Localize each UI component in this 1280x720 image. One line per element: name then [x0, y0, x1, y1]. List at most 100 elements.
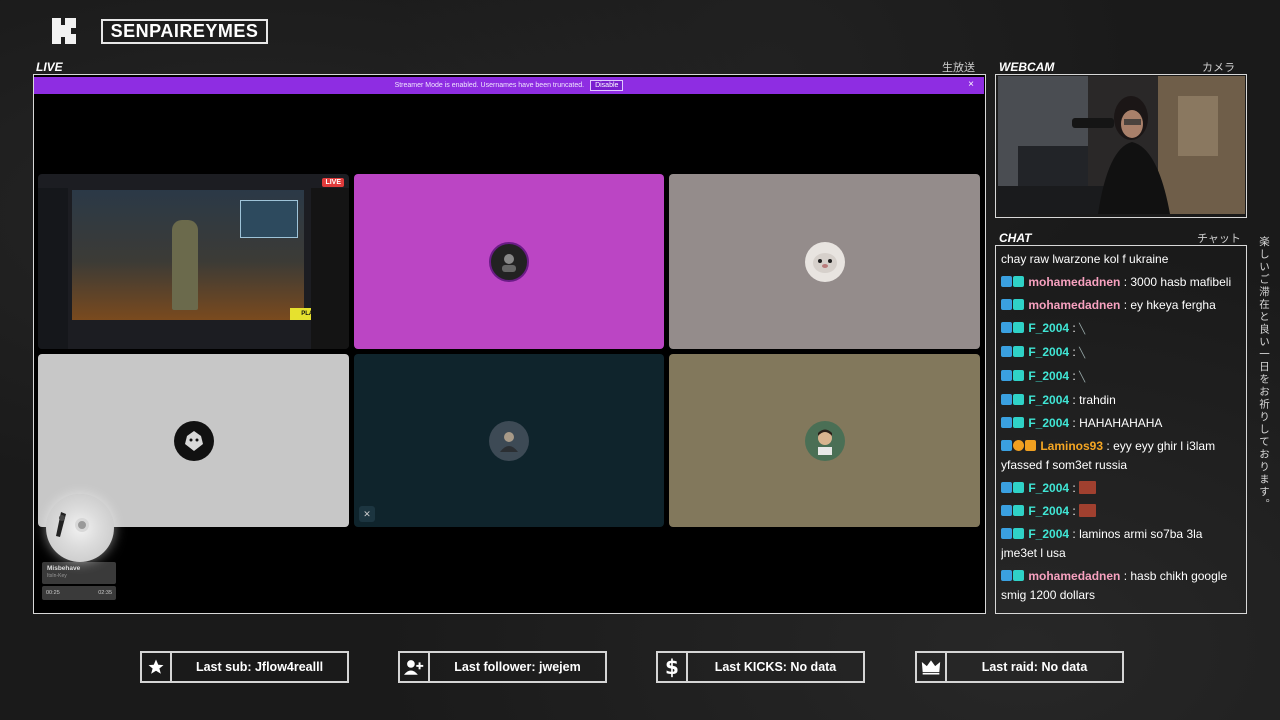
last-sub-text: Last sub: Jflow4realll: [195, 660, 324, 674]
last-raid-text: Last raid: No data: [981, 660, 1088, 674]
chat-username[interactable]: mohamedadnen: [1028, 275, 1120, 289]
badge-icon: [1013, 440, 1024, 451]
badge-icon: [1001, 394, 1012, 405]
chat-message: F_2004 : ╲: [1001, 343, 1241, 363]
chat-username[interactable]: F_2004: [1028, 527, 1069, 541]
chat-message: F_2004 : ╲: [1001, 367, 1241, 387]
chat-message: mohamedadnen : 3000 hasb mafibeli: [1001, 273, 1241, 292]
chat-message: Laminos93 : eyy eyy ghir l i3lam yfassed…: [1001, 439, 1216, 472]
banner-text: Streamer Mode is enabled. Usernames have…: [394, 82, 585, 89]
chat-username[interactable]: F_2004: [1028, 416, 1069, 430]
avatar: [489, 241, 529, 282]
add-user-icon: [400, 653, 430, 681]
crown-badge-icon: [1025, 440, 1036, 451]
avatar: [489, 420, 529, 461]
badge-icon: [1001, 276, 1012, 287]
track-progress: 00:25 02:35: [42, 586, 116, 600]
last-follower-text: Last follower: jwejem: [454, 660, 581, 674]
chat-message: F_2004 : ╲: [1001, 319, 1241, 339]
avatar: [173, 420, 214, 461]
chat-username[interactable]: F_2004: [1028, 504, 1069, 518]
last-follower-box: Last follower: jwejem: [398, 651, 607, 683]
chat-message: F_2004 : trahdin: [1001, 391, 1241, 410]
live-panel-title-jp: 生放送: [942, 61, 975, 74]
emote-icon: ╲: [1079, 324, 1086, 335]
chat-list[interactable]: chay raw lwarzone kol f ukraine mohameda…: [1001, 250, 1241, 608]
participant-tile[interactable]: [669, 174, 980, 349]
last-raid-box: Last raid: No data: [915, 651, 1124, 683]
badge-icon: [1013, 346, 1024, 357]
track-info: Misbehave ItsIn-Key: [42, 562, 116, 584]
chat-panel-title-jp: チャット: [1197, 232, 1241, 245]
channel-name: SENPAIREYMES: [101, 19, 268, 44]
webcam-feed: [998, 76, 1245, 214]
close-icon[interactable]: ×: [968, 79, 974, 90]
badge-icon: [1013, 528, 1024, 539]
chat-username[interactable]: Laminos93: [1040, 439, 1103, 453]
side-text-jp: 楽しいご滞在と良い一日をお祈りしております。: [1258, 236, 1270, 511]
participant-tile[interactable]: [669, 354, 980, 527]
last-kicks-text: Last KICKS: No data: [714, 660, 837, 674]
chat-username[interactable]: F_2004: [1028, 393, 1069, 407]
chat-message: F_2004 : HAHAHAHAHA: [1001, 414, 1241, 433]
mini-chat: [311, 188, 349, 349]
badge-icon: [1013, 417, 1024, 428]
emote-icon: ╲: [1079, 348, 1086, 359]
avatar: [804, 420, 845, 461]
badge-icon: [1013, 370, 1024, 381]
participant-tile[interactable]: ✕: [354, 354, 664, 527]
live-badge: LIVE: [322, 178, 344, 187]
badge-icon: [1001, 528, 1012, 539]
badge-icon: [1001, 417, 1012, 428]
badge-icon: [1013, 394, 1024, 405]
chat-message: chay raw lwarzone kol f ukraine: [1001, 250, 1241, 269]
chat-username[interactable]: mohamedadnen: [1028, 569, 1120, 583]
chat-username[interactable]: F_2004: [1028, 321, 1069, 335]
participant-tile[interactable]: [354, 174, 664, 349]
chat-message: mohamedadnen : hasb chikh google smig 12…: [1001, 569, 1228, 602]
last-kicks-box: $ Last KICKS: No data: [656, 651, 865, 683]
badge-icon: [1001, 505, 1012, 516]
streamer-mode-banner: Streamer Mode is enabled. Usernames have…: [34, 77, 984, 94]
badge-icon: [1001, 570, 1012, 581]
track-duration: 02:35: [98, 590, 112, 596]
badge-icon: [1001, 370, 1012, 381]
chat-username[interactable]: mohamedadnen: [1028, 298, 1120, 312]
chat-message-text: trahdin: [1079, 393, 1116, 407]
dollar-icon: $: [658, 653, 688, 681]
chat-message: F_2004 : laminos armi so7ba 3la jme3et l…: [1001, 527, 1203, 560]
mini-sidebar: [38, 188, 68, 349]
chat-message-text: chay raw lwarzone kol f ukraine: [1001, 252, 1169, 266]
badge-icon: [1001, 299, 1012, 310]
chat-username[interactable]: F_2004: [1028, 369, 1069, 383]
badge-icon: [1001, 322, 1012, 333]
emote-icon: ╲: [1079, 372, 1086, 383]
badge-icon: [1001, 346, 1012, 357]
music-player: Misbehave ItsIn-Key 00:25 02:35: [42, 494, 117, 600]
avatar: [804, 241, 845, 282]
webcam-panel-title-jp: カメラ: [1202, 61, 1235, 74]
track-artist: ItsIn-Key: [47, 573, 67, 579]
chat-username[interactable]: F_2004: [1028, 481, 1069, 495]
badge-icon: [1013, 322, 1024, 333]
game-preview: PLAY: [72, 190, 328, 320]
disable-button[interactable]: Disable: [590, 80, 624, 91]
star-icon: [142, 653, 172, 681]
badge-icon: [1013, 276, 1024, 287]
chat-username[interactable]: F_2004: [1028, 345, 1069, 359]
chat-message: F_2004 :: [1001, 479, 1241, 498]
chat-message-text: HAHAHAHAHA: [1079, 416, 1163, 430]
badge-icon: [1013, 570, 1024, 581]
badge-icon: [1013, 505, 1024, 516]
screen-share-tile[interactable]: PLAY LIVE: [38, 174, 349, 349]
crown-icon: [917, 653, 947, 681]
vinyl-disc-icon: [46, 494, 114, 562]
chat-message: F_2004 :: [1001, 502, 1241, 521]
mic-off-icon: ✕: [359, 506, 375, 522]
kick-logo: [50, 16, 78, 46]
badge-icon: [1001, 440, 1012, 451]
chat-message-text: ey hkeya fergha: [1130, 298, 1216, 312]
emote-icon: [1079, 504, 1097, 517]
emote-icon: [1079, 481, 1097, 494]
track-elapsed: 00:25: [46, 590, 60, 596]
